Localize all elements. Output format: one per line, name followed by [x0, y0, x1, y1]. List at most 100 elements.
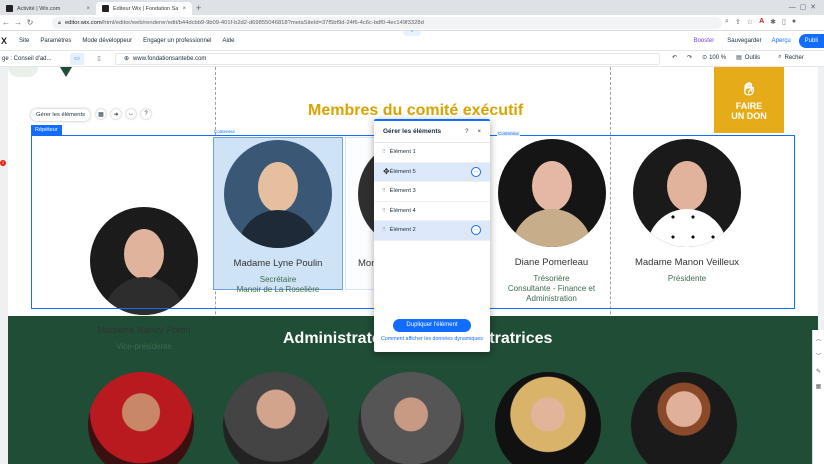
desktop-icon[interactable]: ▭ [70, 52, 84, 65]
grid-icon[interactable]: ▦ [816, 383, 822, 390]
panel-item[interactable]: ✥ ⠿ Élément 5 ··· [374, 162, 490, 182]
menu-mode-developpeur[interactable]: Mode développeur [82, 38, 132, 44]
dynamic-data-link[interactable]: Comment afficher les données dynamiques [374, 336, 490, 342]
publish-button[interactable]: Publi [798, 34, 824, 48]
panel-item[interactable]: ⠿ Élément 3 [374, 182, 490, 202]
donate-button[interactable]: ✋︎ FAIRE UN DON [714, 67, 784, 133]
url-host: editor.wix.com [64, 20, 102, 26]
preview-button[interactable]: Aperçu [772, 38, 791, 44]
zoom-value: 100 % [709, 54, 727, 61]
booster-button[interactable]: Booster [694, 38, 715, 44]
new-tab-button[interactable]: + [196, 3, 201, 13]
back-icon[interactable]: ← [0, 18, 12, 27]
puzzle-icon[interactable]: ✱ [770, 18, 776, 26]
chevron-down-icon[interactable]: ﹀ [815, 351, 821, 360]
search-label: Recher [784, 54, 804, 61]
menu-engager-professionnel[interactable]: Engager un professionnel [143, 38, 211, 44]
animation-icon[interactable]: ➜ [111, 109, 121, 119]
panel-item-label: Élément 3 [389, 188, 416, 195]
stretch-icon[interactable]: ↔ [126, 109, 136, 119]
wix-favicon-icon [6, 5, 13, 12]
url-bar-frame [115, 53, 660, 65]
save-button[interactable]: Sauvegarder [727, 38, 761, 44]
menu-parametres[interactable]: Paramètres [40, 38, 71, 44]
drag-handle-icon[interactable]: ⠿ [382, 227, 386, 233]
logo-leaf-icon [60, 67, 72, 77]
element-quick-tools: ▦ ➜ ↔ ? [96, 109, 151, 119]
layout-icon[interactable]: ▦ [96, 109, 106, 119]
close-icon[interactable]: × [86, 6, 90, 12]
help-icon[interactable]: ? [465, 129, 468, 135]
member-name: Madame Nancy Fortin [97, 325, 191, 336]
repeater-tag[interactable]: Répéteur [31, 125, 62, 135]
url-input[interactable]: 🔒︎ editor.wix.com /html/editor/web/rende… [52, 17, 722, 29]
error-badge[interactable]: 2 [0, 160, 6, 166]
tab-label: Activité | Wix.com [17, 5, 61, 12]
admin-photo[interactable] [88, 372, 194, 464]
close-icon[interactable]: × [182, 6, 186, 12]
browser-extensions: ⌕ ⇪ ☆ A ✱ ▯ ● [725, 18, 796, 26]
admin-photo[interactable] [358, 372, 464, 464]
tools-button[interactable]: ▤ Outils [736, 54, 761, 62]
more-options-icon[interactable]: ··· [471, 225, 481, 236]
tools-label: Outils [744, 54, 761, 61]
panel-item[interactable]: ⠿ Élément 4 [374, 202, 490, 221]
forward-icon[interactable]: → [12, 18, 24, 27]
profile-icon[interactable]: ● [792, 18, 796, 26]
duplicate-item-button[interactable]: Dupliquer l'élément [393, 319, 471, 332]
manage-items-button[interactable]: Gérer les éléments [31, 109, 90, 121]
wix-secondary-bar: ge : Conseil d'ad... ▭ ▯ ⊕ www.fondation… [0, 51, 824, 67]
panel-title: Gérer les éléments [383, 128, 442, 135]
side-rail: ︿ ﹀ ✎ ▦ [812, 330, 824, 464]
wix-logo[interactable]: X [1, 36, 19, 46]
redo-icon[interactable]: ↷ [687, 54, 692, 61]
manage-items-panel: Gérer les éléments ? × ⠿ Élément 1 ✥ ⠿ É… [374, 119, 490, 352]
donate-line1: FAIRE [735, 101, 763, 111]
editor-canvas[interactable]: Membres du comité exécutif ✋︎ FAIRE UN D… [0, 67, 824, 464]
close-icon[interactable]: × [477, 129, 481, 135]
search-icon: ⌕ [778, 54, 782, 60]
browser-tab-editeur[interactable]: Éditeur Wix | Fondation Santé × [96, 2, 192, 15]
menu-site[interactable]: Site [19, 38, 29, 44]
admin-photo[interactable] [495, 372, 601, 464]
undo-icon[interactable]: ↶ [672, 54, 677, 61]
panel-item[interactable]: ⠿ Élément 2 ··· [374, 221, 490, 241]
collapse-toolbar-button[interactable]: ⌃ [403, 31, 421, 36]
exec-heading[interactable]: Membres du comité exécutif [308, 102, 523, 120]
search-button[interactable]: ⌕ Recher [778, 54, 804, 61]
zoom-control[interactable]: ⊙ 100 % [702, 54, 727, 62]
admin-photo[interactable] [631, 372, 737, 464]
reload-icon[interactable]: ↻ [24, 18, 36, 27]
editor-controls: ↶ ↷ ⊙ 100 % ▤ Outils ⌕ Recher [672, 54, 804, 61]
drag-handle-icon[interactable]: ⠿ [382, 149, 386, 155]
drag-handle-icon[interactable]: ⠿ [382, 208, 386, 214]
browser-tab-strip: Activité | Wix.com × Éditeur Wix | Fonda… [0, 0, 824, 15]
panel-item-label: Élément 2 [389, 227, 416, 234]
tab-label: Éditeur Wix | Fondation Santé [113, 5, 179, 12]
donate-line2: UN DON [731, 111, 767, 121]
container-tag: Conteneur [214, 129, 236, 134]
pen-icon[interactable]: ✎ [816, 368, 821, 375]
mobile-icon[interactable]: ▯ [92, 53, 106, 65]
page-selector[interactable]: ge : Conseil d'ad... [2, 56, 62, 62]
window-controls[interactable]: — ▢ ✕ [789, 3, 816, 11]
panel-item[interactable]: ⠿ Élément 1 [374, 143, 490, 163]
share-icon[interactable]: ⇪ [735, 18, 741, 26]
lock-icon: 🔒︎ [58, 19, 61, 26]
admin-photo[interactable] [223, 372, 329, 464]
panel-header: Gérer les éléments ? × [374, 121, 490, 143]
acrobat-icon[interactable]: A [759, 18, 764, 26]
more-options-icon[interactable]: ··· [471, 166, 481, 177]
help-icon[interactable]: ? [141, 109, 151, 119]
panel-item-label: Élément 5 [389, 168, 416, 175]
browser-address-bar: ← → ↻ 🔒︎ editor.wix.com /html/editor/web… [0, 15, 824, 31]
star-icon[interactable]: ☆ [747, 18, 753, 26]
search-icon[interactable]: ⌕ [725, 18, 729, 26]
browser-tab-activite[interactable]: Activité | Wix.com × [0, 2, 96, 15]
drag-handle-icon[interactable]: ⠿ [382, 188, 386, 194]
menu-aide[interactable]: Aide [222, 38, 234, 44]
logo-fragment [8, 67, 38, 77]
sidebar-icon[interactable]: ▯ [782, 18, 786, 26]
chevron-up-icon[interactable]: ︿ [815, 334, 821, 343]
panel-item-label: Élément 4 [389, 207, 416, 214]
